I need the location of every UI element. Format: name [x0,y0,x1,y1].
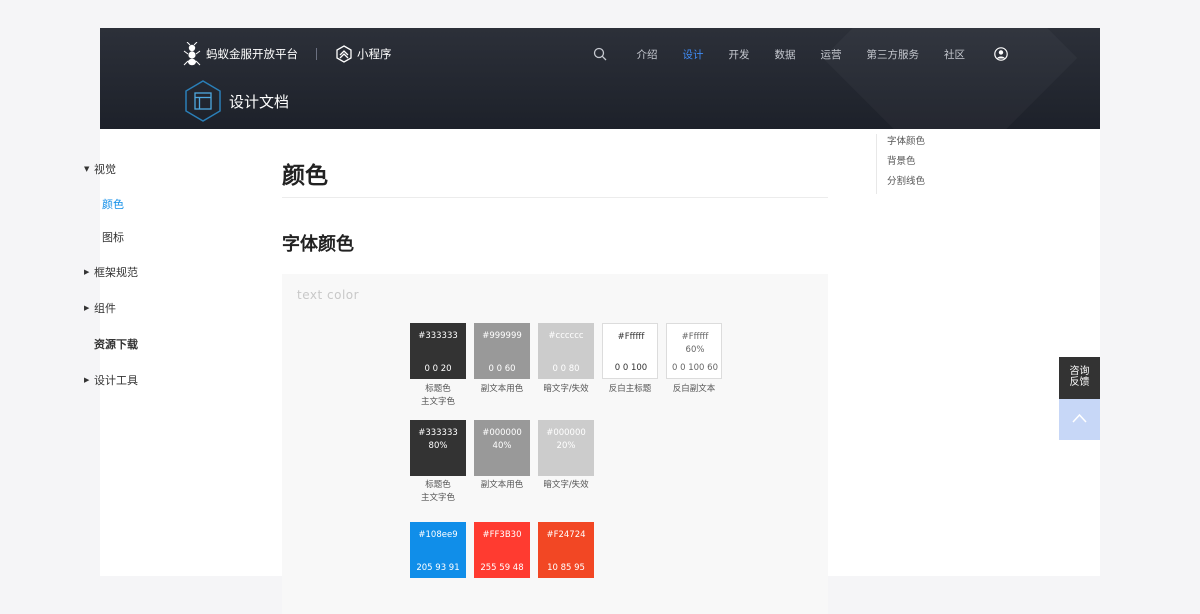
swatch-rgb: 0 0 20 [424,364,452,374]
sidebar-item-color[interactable]: 颜色 [102,196,124,212]
swatch-hex: #108ee9 [418,530,458,540]
swatch-caption: 暗文字/失效 [543,480,589,490]
swatch-rgb: 0 0 60 [488,364,516,374]
swatch-rgb: 10 85 95 [547,563,585,573]
toc: 字体颜色 背景色 分割线色 [876,134,925,194]
swatch-rgb: 0 0 80 [552,364,580,374]
color-swatch: #FF3B30 255 59 48 [474,522,530,578]
color-swatch: #Ffffff 60% 0 0 100 60 [666,323,722,379]
toc-item-background[interactable]: 背景色 [887,154,925,174]
swatch-hex: #cccccc [548,331,584,341]
caret-right-icon: ▶ [84,376,90,384]
swatch-hex: #Ffffff [617,332,645,342]
consult-feedback-button[interactable]: 咨询 反馈 [1059,357,1100,399]
design-doc-icon [185,80,221,122]
sidebar-item-icon[interactable]: 图标 [102,229,124,245]
swatch-caption: 反白主标题 [608,384,652,394]
doc-title-text: 设计文档 [229,92,290,111]
header: 蚂蚁金服开放平台 小程序 介绍 设计 开发 数据 运营 第三方服务 社区 设计文… [100,28,1100,129]
swatch-rgb: 205 93 91 [416,563,460,573]
header-decoration [823,28,1078,129]
color-swatch: #999999 0 0 60 [474,323,530,379]
swatch-hex: #000000 40% [482,428,522,451]
brand-name: 蚂蚁金服开放平台 [206,47,298,61]
swatch-caption: 副文本用色 [480,384,524,394]
caret-right-icon: ▶ [84,304,90,312]
swatch-caption: 副文本用色 [480,480,524,490]
color-panel: text color #333333 0 0 20 标题色 主文字色 #999999 0… [282,274,828,614]
swatch-hex: #F24724 [546,530,586,540]
nav-operations[interactable]: 运营 [821,47,842,62]
swatch-hex: #FF3B30 [482,530,522,540]
color-swatch: #cccccc 0 0 80 [538,323,594,379]
mini-program-label: 小程序 [357,47,392,61]
swatch-hex: #333333 80% [418,428,458,451]
nav-data[interactable]: 数据 [775,47,796,62]
swatch-caption: 暗文字/失效 [543,384,589,394]
swatch-hex: #999999 [482,331,522,341]
search-icon[interactable] [593,47,607,61]
swatch-caption: 标题色 主文字色 [420,384,455,407]
doc-title: 设计文档 [185,80,289,122]
toc-item-font-color[interactable]: 字体颜色 [887,134,925,154]
section-title: 字体颜色 [282,234,354,255]
swatch-caption: 标题色 主文字色 [420,480,455,503]
color-swatch: #333333 0 0 20 [410,323,466,379]
nav-design[interactable]: 设计 [683,47,704,62]
ant-logo-icon [183,42,201,66]
panel-label: text color [297,288,360,302]
toc-item-divider-color[interactable]: 分割线色 [887,174,925,194]
sidebar-item-components[interactable]: ▶ 组件 [84,300,116,316]
color-swatch: #108ee9 205 93 91 [410,522,466,578]
sidebar-item-framework[interactable]: ▶ 框架规范 [84,264,138,280]
caret-right-icon: ▶ [84,268,90,276]
nav-third-party[interactable]: 第三方服务 [867,47,920,62]
mini-program-icon [336,45,352,63]
caret-down-icon: ▼ [84,165,90,173]
page-title: 颜色 [282,163,328,189]
top-nav: 介绍 设计 开发 数据 运营 第三方服务 社区 [593,46,1009,62]
back-to-top-button[interactable] [1059,399,1100,440]
sidebar-item-visual[interactable]: ▼ 视觉 [84,161,116,177]
user-icon[interactable] [994,47,1008,61]
swatch-rgb: 0 0 100 60 [672,363,718,373]
color-swatch: #F24724 10 85 95 [538,522,594,578]
swatch-hex: #000000 20% [546,428,586,451]
nav-community[interactable]: 社区 [944,47,965,62]
color-swatch: #000000 40% [474,420,530,476]
chevron-up-icon [1072,413,1087,423]
color-swatch: #Ffffff 0 0 100 [602,323,658,379]
brand[interactable]: 蚂蚁金服开放平台 小程序 [183,42,392,66]
swatch-rgb: 0 0 100 [614,363,648,373]
brand-divider [316,48,317,60]
sidebar-item-resources[interactable]: 资源下载 [84,336,138,352]
sidebar-item-tools[interactable]: ▶ 设计工具 [84,372,138,388]
color-swatch: #000000 20% [538,420,594,476]
title-divider [282,197,828,198]
nav-develop[interactable]: 开发 [729,47,750,62]
color-swatch: #333333 80% [410,420,466,476]
swatch-hex: #333333 [418,331,458,341]
nav-intro[interactable]: 介绍 [637,47,658,62]
swatch-caption: 反白副文本 [672,384,716,394]
swatch-hex: #Ffffff 60% [681,332,709,355]
swatch-rgb: 255 59 48 [480,563,524,573]
